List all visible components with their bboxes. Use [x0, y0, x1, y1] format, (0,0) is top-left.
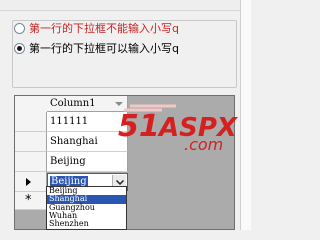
grid-cell[interactable]: Beijing	[47, 152, 128, 172]
column-header[interactable]: Column1	[47, 96, 128, 112]
row-header-new[interactable]: *	[15, 192, 47, 210]
new-row-marker: *	[25, 193, 32, 208]
chevron-down-icon	[115, 179, 124, 185]
combobox-dropdown-list[interactable]: Beijing Shanghai Guangzhou Wuhan Shenzhe…	[46, 186, 127, 230]
radio-button-unchecked[interactable]	[14, 22, 25, 34]
column-header-label: Column1	[50, 98, 96, 109]
radio-button-checked[interactable]	[14, 42, 25, 54]
dropdown-option[interactable]: Shenzhen	[47, 219, 126, 228]
grid-corner-header[interactable]	[15, 96, 48, 113]
grid-cell[interactable]: Shanghai	[47, 132, 128, 152]
radio-label: 第一行的下拉框可以输入小写q	[29, 42, 179, 55]
window-right-edge	[240, 0, 251, 230]
radio-option-allow[interactable]: 第一行的下拉框可以输入小写q	[14, 40, 179, 56]
watermark-number: 51	[118, 109, 160, 144]
watermark-suffix: .com	[184, 135, 223, 154]
row-header-current[interactable]	[15, 172, 47, 192]
grid-cell[interactable]: 111111	[47, 112, 128, 132]
row-header[interactable]	[15, 132, 47, 152]
row-header[interactable]	[15, 112, 47, 132]
watermark-logo: 51 ASPX .com	[118, 104, 239, 154]
current-row-arrow-icon	[26, 178, 31, 186]
window-top-edge	[0, 0, 250, 11]
radio-label: 第一行的下拉框不能输入小写q	[29, 22, 179, 35]
row-header[interactable]	[15, 152, 47, 172]
radio-option-disallow[interactable]: 第一行的下拉框不能输入小写q	[14, 20, 179, 36]
